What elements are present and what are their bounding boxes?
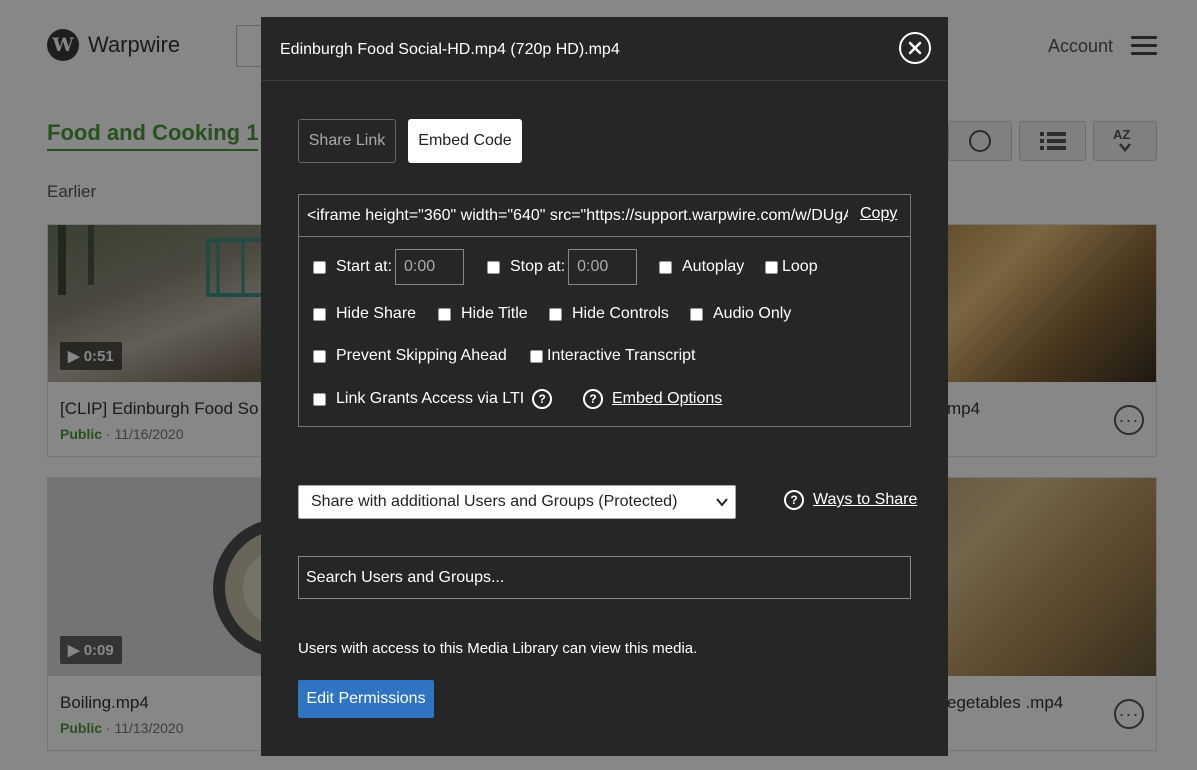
hide-share-option[interactable]: Hide Share — [313, 305, 416, 323]
embed-code-field[interactable]: <iframe height="360" width="640" src="ht… — [307, 207, 848, 225]
start-at-input[interactable]: 0:00 — [395, 249, 465, 285]
audio-only-checkbox[interactable] — [690, 307, 703, 321]
hide-share-label: Hide Share — [336, 305, 417, 322]
close-button[interactable] — [899, 32, 931, 64]
share-permission-value: Share with additional Users and Groups (… — [311, 493, 678, 510]
autoplay-label: Autoplay — [682, 258, 745, 275]
interactive-transcript-label: Interactive Transcript — [547, 347, 696, 364]
interactive-transcript-checkbox[interactable] — [530, 349, 543, 363]
hide-controls-label: Hide Controls — [572, 305, 669, 322]
help-icon[interactable]: ? — [784, 490, 804, 510]
hide-controls-checkbox[interactable] — [549, 307, 562, 321]
chevron-down-icon — [716, 498, 728, 507]
modal-header: Edinburgh Food Social-HD.mp4 (720p HD).m… — [261, 17, 948, 81]
start-at-option: Start at: 0:00 — [313, 249, 465, 285]
close-icon — [908, 41, 922, 55]
stop-at-option: Stop at: 0:00 — [487, 249, 638, 285]
prevent-skipping-checkbox[interactable] — [313, 349, 326, 363]
autoplay-option[interactable]: Autoplay — [659, 258, 744, 276]
loop-option[interactable]: Loop — [765, 258, 818, 276]
link-grants-lti-option[interactable]: Link Grants Access via LTI ? — [313, 389, 553, 409]
start-at-checkbox[interactable] — [313, 260, 326, 274]
access-note: Users with access to this Media Library … — [298, 640, 698, 657]
audio-only-label: Audio Only — [713, 305, 792, 322]
tab-embed-code[interactable]: Embed Code — [408, 119, 522, 163]
help-icon[interactable]: ? — [532, 389, 553, 409]
start-at-label: Start at: — [336, 258, 393, 275]
embed-options-box: <iframe height="360" width="640" src="ht… — [298, 194, 911, 427]
copy-button[interactable]: Copy — [860, 205, 897, 223]
ways-to-share-link[interactable]: Ways to Share — [813, 491, 917, 509]
loop-checkbox[interactable] — [765, 260, 778, 274]
hide-controls-option[interactable]: Hide Controls — [549, 305, 669, 323]
stop-at-input[interactable]: 0:00 — [568, 249, 638, 285]
link-grants-lti-checkbox[interactable] — [313, 392, 326, 406]
stop-at-checkbox[interactable] — [487, 260, 500, 274]
prevent-skipping-option[interactable]: Prevent Skipping Ahead — [313, 347, 507, 365]
search-users-groups-input[interactable]: Search Users and Groups... — [298, 556, 911, 599]
hide-share-checkbox[interactable] — [313, 307, 326, 321]
prevent-skipping-label: Prevent Skipping Ahead — [336, 347, 507, 364]
link-grants-lti-label: Link Grants Access via LTI — [336, 390, 525, 407]
loop-label: Loop — [782, 258, 818, 275]
share-permission-select[interactable]: Share with additional Users and Groups (… — [298, 485, 736, 519]
share-modal: Edinburgh Food Social-HD.mp4 (720p HD).m… — [261, 17, 948, 756]
hide-title-option[interactable]: Hide Title — [438, 305, 528, 323]
edit-permissions-button[interactable]: Edit Permissions — [298, 680, 434, 718]
hide-title-checkbox[interactable] — [438, 307, 451, 321]
interactive-transcript-option[interactable]: Interactive Transcript — [530, 347, 696, 365]
embed-code-row: <iframe height="360" width="640" src="ht… — [299, 195, 910, 237]
ways-to-share-group: ? Ways to Share — [784, 490, 917, 510]
embed-options-link-group: ? Embed Options — [583, 389, 722, 409]
help-icon[interactable]: ? — [583, 389, 603, 409]
embed-options-link[interactable]: Embed Options — [612, 390, 722, 408]
autoplay-checkbox[interactable] — [659, 260, 672, 274]
modal-title: Edinburgh Food Social-HD.mp4 (720p HD).m… — [280, 41, 620, 58]
audio-only-option[interactable]: Audio Only — [690, 305, 791, 323]
hide-title-label: Hide Title — [461, 305, 528, 322]
tab-share-link[interactable]: Share Link — [298, 119, 396, 163]
stop-at-label: Stop at: — [510, 258, 566, 275]
